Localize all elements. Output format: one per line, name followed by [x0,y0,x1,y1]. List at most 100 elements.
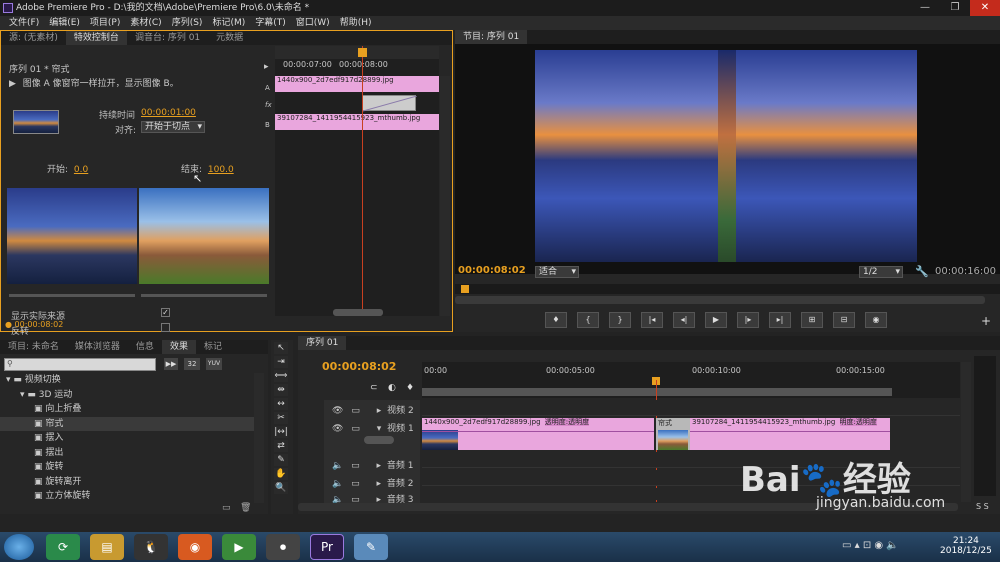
tab-markers[interactable]: 标记 [196,340,230,354]
lock-icon[interactable]: ▭ [351,461,360,471]
menu-help[interactable]: 帮助(H) [335,16,377,30]
effect-timecode-value[interactable]: 00:00:08:02 [15,320,64,329]
collapse-icon[interactable]: ▾ [377,424,382,434]
effects-tree-item[interactable]: ▾ ▬ 3D 运动 [0,388,254,403]
reverse-checkbox[interactable] [161,323,170,332]
fit-dropdown[interactable]: 适合 ▾ [535,266,579,278]
track-v2-lane[interactable] [422,400,960,416]
new-bin-icon[interactable]: ▭ [222,503,231,513]
show-source-checkbox[interactable]: ✓ [161,308,170,317]
clock[interactable]: 21:24 2018/12/25 [940,536,992,556]
delete-icon[interactable]: 🗑 [240,503,251,513]
expand-icon[interactable]: ▸ [376,461,381,471]
menu-project[interactable]: 项目(P) [85,16,125,30]
zoom-tool-icon[interactable]: 🔍 [274,482,288,494]
speaker-icon[interactable]: 🔈 [332,479,343,489]
timeline-ruler[interactable]: 00:00 00:00:05:00 00:00:10:00 00:00:15:0… [422,362,960,398]
mini-playhead[interactable] [362,46,363,316]
timeline-timecode[interactable]: 00:00:08:02 [322,360,396,373]
effects-tree-item[interactable]: ▣ 帘式 [0,416,254,431]
mark-out-button[interactable]: } [609,312,631,328]
menu-title[interactable]: 字幕(T) [250,16,291,30]
tab-sequence[interactable]: 序列 01 [298,336,347,350]
notepad-icon[interactable]: ✎ [354,534,388,560]
work-area-bar[interactable] [422,388,892,396]
eye-icon[interactable]: 👁 [332,406,343,416]
premiere-taskbar-icon[interactable]: Pr [310,534,344,560]
clip2-fx-dropdown[interactable]: 明度:透明度 [839,418,877,426]
lock-icon[interactable]: ▭ [351,406,360,416]
extract-button[interactable]: ⊟ [833,312,855,328]
go-to-in-button[interactable]: |◂ [641,312,663,328]
pen-tool-icon[interactable]: ✎ [274,454,288,466]
align-dropdown[interactable]: 开始于切点 ▾ [141,121,205,133]
menu-sequence[interactable]: 序列(S) [167,16,208,30]
effects-tree-item[interactable]: ▣ 向上折叠 [0,402,254,417]
lift-button[interactable]: ⊞ [801,312,823,328]
opacity-line[interactable] [690,431,890,432]
selection-tool-icon[interactable]: ↖ [274,342,288,354]
track-v1-lane[interactable]: 1440x900_2d7edf917d28899.jpg 透明度:透明度 帘式 … [422,418,960,450]
play-transition-icon[interactable]: ▸ [264,62,269,72]
menu-file[interactable]: 文件(F) [4,16,44,30]
eye-icon[interactable]: 👁 [332,424,343,434]
menu-marker[interactable]: 标记(M) [207,16,250,30]
start-value[interactable]: 0.0 [74,165,88,175]
effects-tree-item[interactable]: ▣ 旋转离开 [0,475,254,490]
add-marker-icon[interactable]: ♦ [406,383,414,393]
32bit-effects-badge[interactable]: 32 [184,358,200,370]
opacity-line[interactable] [422,431,654,432]
close-button[interactable]: ✕ [970,0,1000,16]
wrench-icon[interactable]: 🔧 [915,265,929,278]
ripple-edit-tool-icon[interactable]: ⟺ [274,370,288,382]
tab-media-browser[interactable]: 媒体浏览器 [67,340,128,354]
snap-icon[interactable]: ⊂ [370,383,378,393]
tab-effect-controls[interactable]: 特效控制台 [65,31,127,45]
step-back-button[interactable]: ◂| [673,312,695,328]
tab-source[interactable]: 源: (无素材) [1,31,66,45]
program-playhead[interactable] [461,285,469,293]
effect-scrollbar[interactable] [440,76,450,316]
hand-tool-icon[interactable]: ✋ [274,468,288,480]
expand-icon[interactable]: ▸ [376,479,381,489]
solo-buttons[interactable]: S S [976,502,989,511]
speaker-icon[interactable]: 🔈 [332,461,343,471]
effects-tree-item[interactable]: ▾ ▬ 视频切换 [0,373,254,388]
slide-tool-icon[interactable]: ⇄ [274,440,288,452]
timeline-transition[interactable]: 帘式 [656,418,690,450]
program-ruler[interactable] [455,284,1000,294]
keyframe-toggle[interactable] [364,436,394,444]
lock-icon[interactable]: ▭ [351,424,360,434]
start-slider[interactable] [9,294,135,297]
step-forward-button[interactable]: |▸ [737,312,759,328]
transition-bar[interactable] [362,95,418,112]
export-frame-button[interactable]: ◉ [865,312,887,328]
start-button[interactable] [4,534,34,560]
effects-tree-item[interactable]: ▣ 摆入 [0,431,254,446]
maximize-button[interactable]: ❐ [940,0,970,16]
expand-icon[interactable]: ▸ [377,406,382,416]
media-app-icon[interactable]: ▶ [222,534,256,560]
clip-b-bar[interactable]: 39107284_1411954415923_mthumb.jpg [275,114,439,130]
menu-clip[interactable]: 素材(C) [125,16,166,30]
add-button-icon[interactable]: + [981,314,991,328]
mark-in-button[interactable]: { [577,312,599,328]
qq-icon[interactable]: 🐧 [134,534,168,560]
effects-tree-item[interactable]: ▣ 旋转 [0,460,254,475]
track-select-tool-icon[interactable]: ⇥ [274,356,288,368]
effects-scrollbar[interactable] [254,373,264,503]
lock-icon[interactable]: ▭ [351,479,360,489]
duration-value[interactable]: 00:00:01:00 [141,108,196,118]
timeline-clip-2[interactable]: 39107284_1411954415923_mthumb.jpg 明度:透明度 [690,418,890,450]
record-app-icon[interactable]: ⏺ [266,534,300,560]
rate-stretch-tool-icon[interactable]: ↔ [274,398,288,410]
effects-tree-item[interactable]: ▣ 摆出 [0,446,254,461]
minimize-button[interactable]: — [910,0,940,16]
menu-edit[interactable]: 编辑(E) [44,16,85,30]
clip-a-bar[interactable]: 1440x900_2d7edf917d28899.jpg [275,76,439,92]
tab-info[interactable]: 信息 [128,340,162,354]
program-zoom-bar[interactable] [455,296,985,304]
slip-tool-icon[interactable]: |↔| [274,426,288,438]
menu-window[interactable]: 窗口(W) [291,16,335,30]
play-preview-icon[interactable]: ▶ [9,79,16,89]
